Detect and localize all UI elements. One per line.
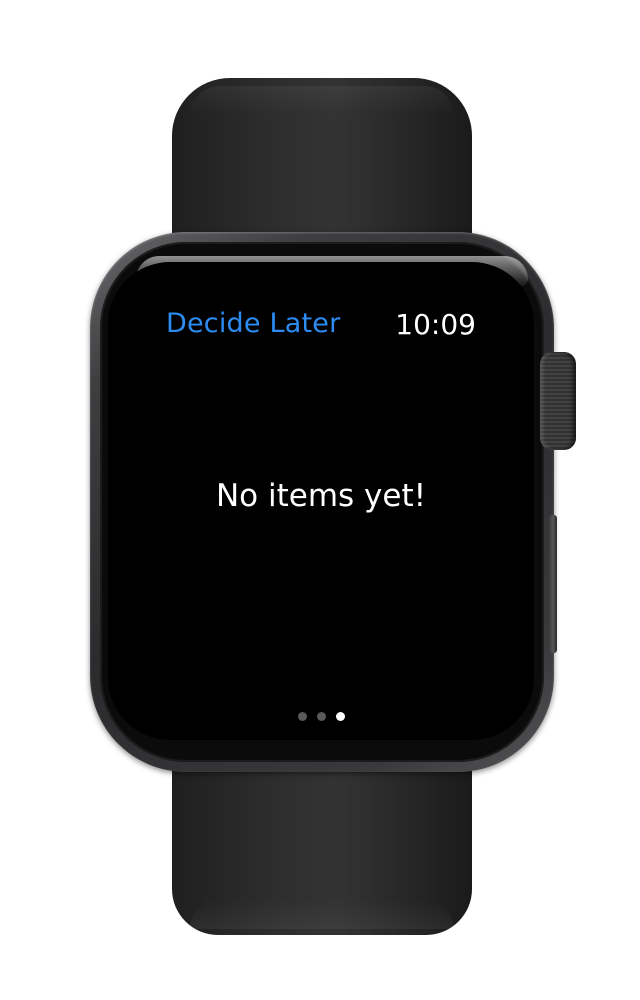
status-time: 10:09 — [395, 308, 476, 341]
side-button[interactable] — [549, 515, 557, 653]
page-indicator — [108, 712, 534, 721]
empty-state-message: No items yet! — [215, 478, 427, 514]
watch-screen: Decide Later 10:09 No items yet! — [108, 262, 534, 740]
page-dot-1 — [297, 712, 307, 721]
page-dot-2 — [316, 712, 326, 721]
apple-watch-mockup: Decide Later 10:09 No items yet! — [0, 0, 640, 1000]
page-dot-3-active — [335, 712, 345, 721]
app-title[interactable]: Decide Later — [166, 308, 340, 339]
digital-crown[interactable] — [540, 352, 576, 450]
